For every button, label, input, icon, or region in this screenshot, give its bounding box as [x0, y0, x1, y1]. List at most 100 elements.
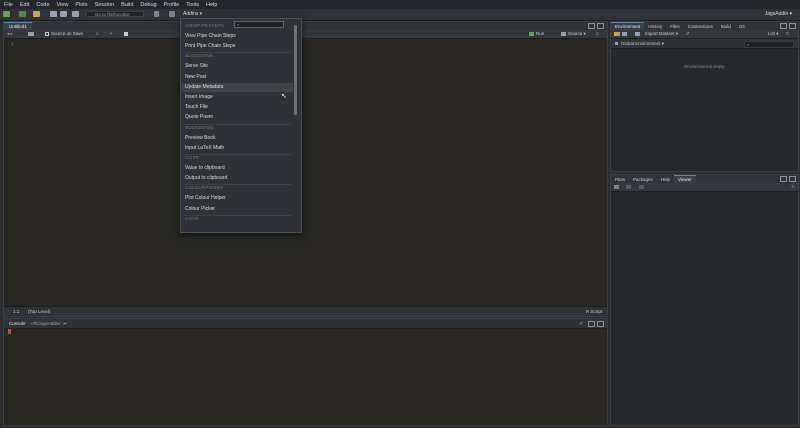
menu-profile[interactable]: Profile — [164, 2, 180, 8]
save-all-icon[interactable] — [60, 11, 67, 17]
addin-menu-item[interactable]: View Pipe Chain Steps — [185, 32, 291, 41]
print-icon[interactable] — [72, 11, 79, 17]
project-menu[interactable]: JagsAddin ▾ — [765, 10, 792, 18]
addins-button[interactable]: Addins ▾ — [183, 10, 202, 18]
dropdown-scrollbar[interactable] — [294, 25, 297, 115]
addins-search-input[interactable]: ⌕ — [234, 21, 284, 28]
tab-files[interactable]: Files — [666, 23, 684, 30]
menu-help[interactable]: Help — [206, 2, 217, 8]
goto-function-input[interactable]: Go to file/function — [86, 11, 144, 17]
env-content: Environment is empty — [611, 49, 798, 171]
menu-session[interactable]: Session — [95, 2, 115, 8]
addin-menu-item[interactable]: Preview Book — [185, 134, 291, 143]
tab-environment[interactable]: Environment — [611, 22, 645, 30]
list-view-button[interactable]: List ▾ — [768, 30, 779, 38]
broom-icon[interactable]: ✐ — [579, 319, 583, 328]
addin-menu-item[interactable]: Colour Picker — [185, 205, 291, 214]
forward-icon[interactable] — [626, 185, 631, 189]
tab-packages[interactable]: Packages — [629, 176, 657, 183]
tab-viewer[interactable]: Viewer — [674, 175, 696, 183]
menu-debug[interactable]: Debug — [140, 2, 156, 8]
export-icon[interactable] — [639, 185, 644, 189]
save-icon[interactable] — [50, 11, 57, 17]
open-folder-icon[interactable] — [33, 11, 40, 17]
addin-menu-item[interactable]: Touch File — [185, 103, 291, 112]
editor-statusbar: 1:1 (Top Level) R Script — [4, 306, 607, 316]
layout-icon[interactable] — [169, 11, 175, 17]
tab-build[interactable]: Build — [717, 23, 735, 30]
refresh-icon[interactable]: ↻ — [791, 183, 795, 191]
goto-dir-icon[interactable]: ➦ — [63, 319, 67, 328]
search-icon[interactable]: ⌕ — [96, 30, 99, 38]
console-header: Console ~/R/JagsAddin/ ➦ ✐ — [4, 319, 607, 329]
line-number: 1 — [11, 41, 14, 46]
maximize-icon[interactable] — [789, 176, 796, 182]
file-type[interactable]: R Script — [586, 307, 602, 316]
env-window-buttons — [780, 23, 796, 29]
console-output[interactable] — [4, 329, 607, 425]
source-pane: Untitled1 ◂ ▸ Source on Save ⌕ ✦ Run Sou… — [3, 21, 608, 317]
menu-section-header: CLIPR — [185, 155, 200, 160]
menu-view[interactable]: View — [57, 2, 69, 8]
save-workspace-icon[interactable] — [622, 32, 627, 36]
broom-icon[interactable]: ✐ — [686, 30, 690, 38]
minimize-icon[interactable] — [588, 321, 595, 327]
addin-menu-item[interactable]: Print Pipe Chain Steps — [185, 42, 291, 51]
load-workspace-icon[interactable] — [614, 32, 620, 36]
minimize-icon[interactable] — [780, 23, 787, 29]
global-environment-select[interactable]: Global Environment ▾ — [621, 39, 664, 48]
env-search-input[interactable]: ⌕ — [744, 41, 794, 48]
menu-code[interactable]: Code — [36, 2, 49, 8]
r-env-icon — [615, 42, 618, 45]
tab-git[interactable]: Git — [735, 23, 749, 30]
viewer-pane: Plots Packages Help Viewer ↻ — [610, 174, 799, 426]
run-button[interactable]: Run — [536, 30, 544, 38]
scope-indicator[interactable]: (Top Level) — [28, 307, 50, 316]
tab-connections[interactable]: Connections — [684, 23, 717, 30]
new-project-icon[interactable] — [19, 11, 26, 17]
addin-menu-item[interactable]: Serve Site — [185, 62, 291, 71]
source-on-save-checkbox[interactable] — [45, 32, 49, 36]
minimize-icon[interactable] — [780, 176, 787, 182]
menu-edit[interactable]: Edit — [20, 2, 29, 8]
new-file-icon[interactable] — [3, 11, 10, 17]
search-icon: ⌕ — [237, 22, 240, 27]
menu-build[interactable]: Build — [121, 2, 133, 8]
console-tab[interactable]: Console — [9, 319, 26, 328]
tab-plots[interactable]: Plots — [611, 176, 629, 183]
environment-pane: Environment History Files Connections Bu… — [610, 21, 799, 172]
compile-icon[interactable] — [124, 32, 128, 36]
maximize-icon[interactable] — [597, 23, 604, 29]
addin-menu-item[interactable]: New Post — [185, 73, 291, 82]
source-button[interactable]: Source ▾ — [568, 30, 586, 38]
menu-plots[interactable]: Plots — [75, 2, 87, 8]
wand-icon[interactable]: ✦ — [109, 30, 113, 38]
maximize-icon[interactable] — [597, 321, 604, 327]
import-dataset-button[interactable]: Import Dataset ▾ — [645, 30, 678, 38]
tab-untitled1[interactable]: Untitled1 — [4, 22, 32, 30]
viewer-content — [611, 192, 798, 425]
minimize-icon[interactable] — [588, 23, 595, 29]
source-toolbar: ◂ ▸ Source on Save ⌕ ✦ Run Source ▾ ≡ — [4, 30, 607, 39]
addin-menu-item[interactable]: Value to clipboard — [185, 164, 291, 173]
search-icon: ⌕ — [747, 42, 750, 47]
menu-tools[interactable]: Tools — [186, 2, 199, 8]
back-forward-icon[interactable]: ◂ ▸ — [7, 30, 13, 38]
addin-menu-item[interactable]: Plot Colour Helper — [185, 194, 291, 203]
addin-menu-item[interactable]: Update Metadata — [182, 82, 293, 92]
addin-menu-item[interactable]: Input LaTeX Math — [185, 144, 291, 153]
code-editor[interactable]: 1 — [4, 39, 607, 306]
addin-menu-item[interactable]: Output to clipboard — [185, 174, 291, 183]
show-in-window-icon[interactable] — [28, 32, 34, 36]
back-icon[interactable] — [614, 185, 619, 189]
maximize-icon[interactable] — [789, 23, 796, 29]
menu-file[interactable]: File — [4, 2, 13, 8]
addin-menu-item[interactable]: Quote Poem — [185, 113, 291, 122]
tab-history[interactable]: History — [644, 23, 666, 30]
viewer-window-buttons — [780, 176, 796, 182]
tab-help[interactable]: Help — [657, 176, 674, 183]
addin-menu-item[interactable]: Insert Image — [185, 93, 291, 102]
outline-icon[interactable]: ≡ — [596, 30, 599, 38]
grid-icon[interactable] — [154, 11, 159, 17]
refresh-icon[interactable]: ↻ — [786, 30, 790, 38]
